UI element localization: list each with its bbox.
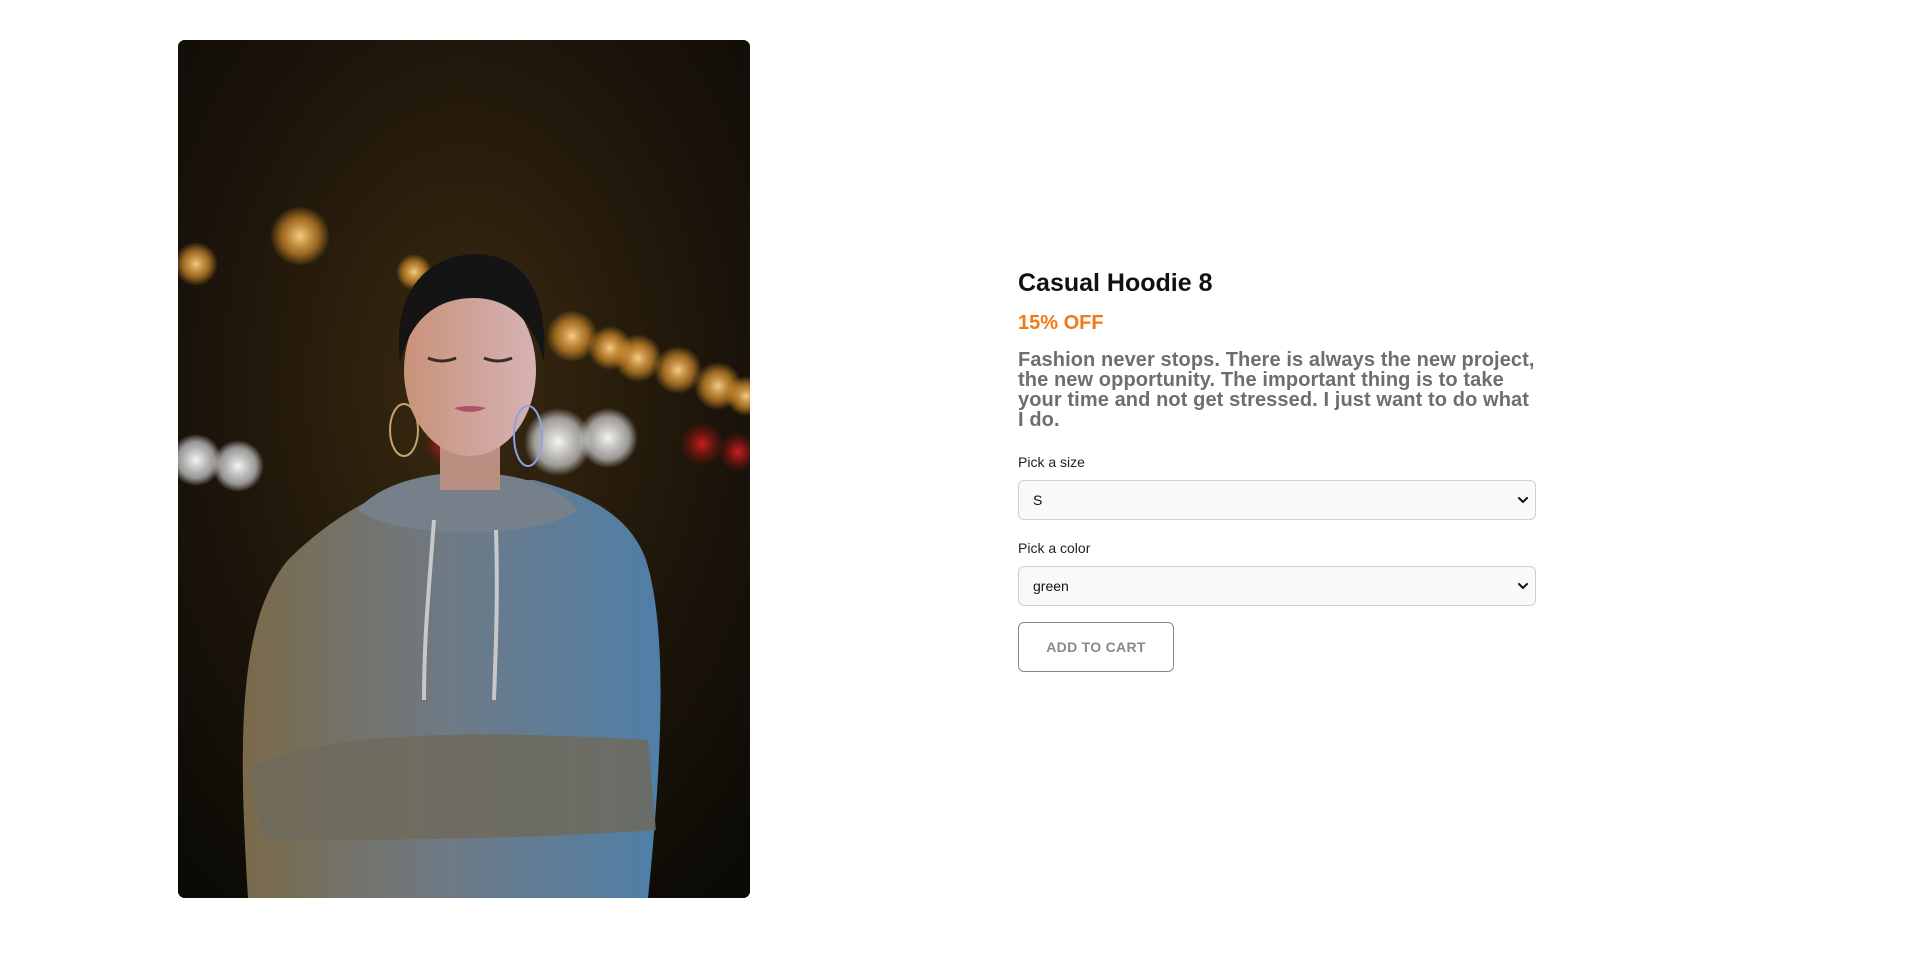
size-select[interactable]: S xyxy=(1018,480,1536,520)
product-details: Casual Hoodie 8 15% OFF Fashion never st… xyxy=(1018,266,1536,672)
size-select-label: Pick a size xyxy=(1018,454,1085,470)
chevron-down-icon xyxy=(1518,497,1528,503)
discount-label: 15% OFF xyxy=(1018,312,1104,334)
color-select-value: green xyxy=(1033,578,1069,594)
product-title: Casual Hoodie 8 xyxy=(1018,269,1213,297)
color-select-label: Pick a color xyxy=(1018,540,1091,556)
chevron-down-icon xyxy=(1518,583,1528,589)
add-to-cart-button[interactable]: ADD TO CART xyxy=(1018,622,1174,672)
size-select-value: S xyxy=(1033,492,1043,508)
product-photo-illustration xyxy=(178,40,750,898)
color-select[interactable]: green xyxy=(1018,566,1536,606)
product-description: Fashion never stops. There is always the… xyxy=(1018,349,1535,431)
product-image xyxy=(178,40,750,898)
product-page: Casual Hoodie 8 15% OFF Fashion never st… xyxy=(0,0,1920,969)
